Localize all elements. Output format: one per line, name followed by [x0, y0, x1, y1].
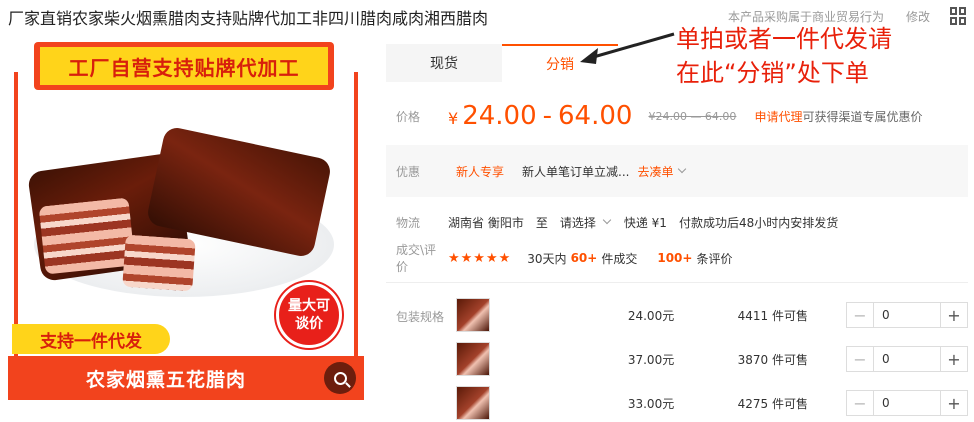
quantity-stepper: − 0 + — [846, 302, 968, 328]
meat-cross-section — [38, 197, 136, 275]
add-items-label: 去凑单 — [637, 164, 674, 179]
divider — [386, 282, 968, 283]
rating-label: 成交\评价 — [396, 243, 437, 274]
sku-row: 37.00元 3870 件可售 − 0 + — [450, 342, 968, 376]
zoom-button[interactable] — [324, 362, 356, 394]
promo-section: 优惠 新人专享 新人单笔订单立减... 去凑单 — [386, 145, 968, 197]
increase-button[interactable]: + — [941, 391, 967, 415]
quantity-stepper: − 0 + — [846, 346, 968, 372]
seal-line-2: 谈价 — [295, 316, 323, 332]
increase-button[interactable]: + — [941, 303, 967, 327]
chevron-down-icon — [678, 164, 687, 174]
chevron-down-icon — [602, 215, 612, 225]
sku-thumbnail[interactable] — [456, 342, 490, 376]
annotation-callout: 单拍或者一件代发请 在此“分销”处下单 — [676, 22, 970, 90]
quantity-input[interactable]: 0 — [873, 391, 941, 415]
price-separator: - — [542, 101, 553, 131]
bottom-banner: 农家烟熏五花腊肉 — [8, 356, 364, 400]
sku-row: 33.00元 4275 件可售 − 0 + — [450, 386, 968, 420]
sku-label: 包装规格 — [396, 310, 445, 324]
review-count[interactable]: 100+ — [657, 251, 692, 265]
tab-spot[interactable]: 现货 — [386, 44, 502, 82]
sku-stock: 4411 件可售 — [737, 308, 808, 323]
rating-row: 成交\评价 ★★★★★ 30天内 60+ 件成交 100+ 条评价 — [386, 243, 968, 274]
price-section: 价格 ¥ 24.00 - 64.00 ¥24.00 — 64.00 申请代理 可… — [386, 90, 968, 142]
destination-value: 请选择 — [559, 215, 596, 230]
sku-price: 24.00元 — [627, 308, 675, 323]
decrease-button[interactable]: − — [847, 391, 873, 415]
callout-line-1: 单拍或者一件代发请 — [676, 25, 892, 53]
price-negotiable-seal: 量大可 谈价 — [276, 282, 342, 348]
ship-origin: 湖南省 衡阳市 — [448, 215, 524, 230]
increase-button[interactable]: + — [941, 347, 967, 371]
original-price: ¥24.00 — 64.00 — [648, 109, 737, 123]
product-title: 厂家直销农家柴火烟熏腊肉支持贴牌代加工非四川腊肉咸肉湘西腊肉 — [8, 9, 489, 28]
agent-description: 可获得渠道专属优惠价 — [802, 109, 923, 124]
sku-price: 37.00元 — [627, 352, 675, 367]
add-items-link[interactable]: 去凑单 — [637, 163, 687, 180]
decrease-button[interactable]: − — [847, 347, 873, 371]
currency-symbol: ¥ — [448, 109, 459, 128]
price-range: ¥ 24.00 - 64.00 — [448, 101, 632, 131]
star-rating: ★★★★★ — [448, 250, 512, 266]
top-banner-text: 工厂自营支持贴牌代加工 — [40, 47, 328, 85]
promo-label: 优惠 — [396, 164, 421, 179]
express-fee: 快递 ¥1 — [623, 215, 667, 230]
sku-price: 33.00元 — [627, 396, 675, 411]
promo-description: 新人单笔订单立减... — [522, 164, 630, 179]
price-high: 64.00 — [558, 101, 633, 131]
shipping-label: 物流 — [396, 215, 421, 230]
sales-suffix: 件成交 — [601, 251, 638, 266]
meat-cross-section — [122, 234, 196, 292]
product-image[interactable]: 工厂自营支持贴牌代加工 量大可 谈价 支持一件代发 农家烟熏五花腊肉 — [4, 42, 364, 400]
dispatch-time: 付款成功后48小时内安排发货 — [678, 215, 839, 230]
apply-agent-link[interactable]: 申请代理 — [754, 108, 802, 125]
price-label: 价格 — [396, 109, 421, 124]
sku-thumbnail[interactable] — [456, 386, 490, 420]
quantity-input[interactable]: 0 — [873, 347, 941, 371]
destination-select[interactable]: 请选择 — [559, 214, 612, 231]
callout-line-2: 在此“分销”处下单 — [676, 59, 869, 87]
sales-prefix: 30天内 — [527, 251, 567, 266]
sales-count: 60+ — [570, 251, 598, 265]
quantity-input[interactable]: 0 — [873, 303, 941, 327]
frame-right — [354, 72, 358, 372]
shipping-row: 物流 湖南省 衡阳市 至 请选择 快递 ¥1 付款成功后48小时内安排发货 — [386, 212, 968, 232]
new-user-badge: 新人专享 — [456, 164, 505, 179]
dropship-tag: 支持一件代发 — [12, 324, 170, 354]
sku-stock: 4275 件可售 — [737, 396, 808, 411]
sku-row: 24.00元 4411 件可售 − 0 + — [450, 298, 968, 332]
review-suffix: 条评价 — [696, 251, 733, 266]
top-banner: 工厂自营支持贴牌代加工 — [34, 42, 334, 90]
decrease-button[interactable]: − — [847, 303, 873, 327]
price-low: 24.00 — [462, 101, 537, 131]
quantity-stepper: − 0 + — [846, 390, 968, 416]
ship-to-label: 至 — [535, 215, 548, 230]
sku-stock: 3870 件可售 — [737, 352, 808, 367]
callout-arrow-icon — [580, 32, 675, 64]
magnifier-icon — [333, 371, 347, 385]
sku-thumbnail[interactable] — [456, 298, 490, 332]
seal-line-1: 量大可 — [288, 298, 330, 314]
